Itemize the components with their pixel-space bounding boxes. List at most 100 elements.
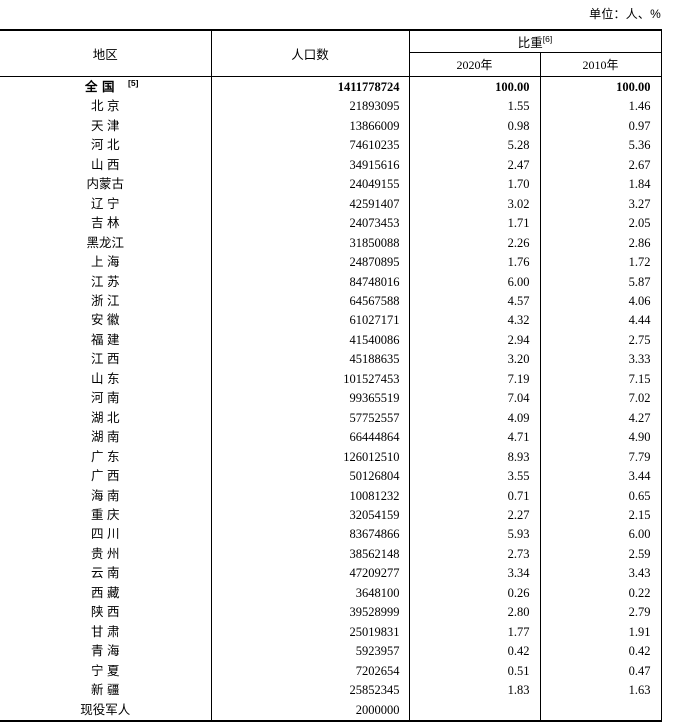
region-label: 重 庆 [91, 507, 120, 522]
cell-pct-2010: 0.97 [540, 116, 662, 137]
cell-region: 北 京 [0, 97, 212, 117]
header-row-primary: 地区 人口数 比重[6] [0, 30, 662, 77]
cell-population: 2000000 [211, 700, 410, 721]
cell-population: 31850088 [211, 233, 410, 254]
region-label: 江 西 [91, 352, 120, 367]
region-label: 山 西 [91, 157, 120, 172]
cell-pct-2020: 100.00 [409, 76, 541, 98]
cell-pct-2010: 2.05 [540, 214, 662, 234]
cell-pct-2020: 1.55 [409, 97, 541, 117]
cell-pct-2010: 2.79 [540, 603, 662, 623]
cell-pct-2010: 2.67 [540, 155, 662, 176]
cell-pct-2010: 1.46 [540, 97, 662, 117]
table-row: 新 疆 25852345 1.83 1.63 [0, 681, 662, 701]
cell-pct-2020: 4.57 [409, 291, 541, 312]
cell-region: 吉 林 [0, 214, 212, 234]
cell-pct-2010: 0.47 [540, 661, 662, 682]
cell-region: 安 徽 [0, 311, 212, 331]
cell-region: 宁 夏 [0, 661, 212, 682]
cell-region: 河 南 [0, 389, 212, 409]
cell-population: 99365519 [211, 389, 410, 409]
region-footnote: [5] [128, 77, 139, 88]
cell-pct-2020: 3.20 [409, 350, 541, 370]
cell-pct-2020: 7.19 [409, 369, 541, 390]
region-label: 上 海 [91, 255, 120, 270]
cell-region: 全 国 [5] [0, 76, 212, 98]
cell-population: 57752557 [211, 408, 410, 429]
cell-population: 61027171 [211, 311, 410, 331]
cell-pct-2010: 6.00 [540, 525, 662, 545]
document-page: 单位：人、% 地区 人口数 比重[6] 2020年 2010年 全 国 [5] … [0, 0, 673, 722]
cell-population: 101527453 [211, 369, 410, 390]
cell-region: 江 苏 [0, 272, 212, 292]
cell-population: 84748016 [211, 272, 410, 292]
cell-pct-2010: 0.42 [540, 642, 662, 662]
table-row: 辽 宁 42591407 3.02 3.27 [0, 194, 662, 215]
cell-population: 126012510 [211, 447, 410, 468]
unit-note: 单位：人、% [589, 7, 661, 21]
table-row: 内蒙古 24049155 1.70 1.84 [0, 175, 662, 195]
region-label: 现役军人 [80, 702, 131, 717]
cell-region: 福 建 [0, 330, 212, 351]
cell-region: 广 东 [0, 447, 212, 468]
cell-population: 34915616 [211, 155, 410, 176]
cell-population: 41540086 [211, 330, 410, 351]
cell-region: 广 西 [0, 467, 212, 487]
cell-population: 3648100 [211, 583, 410, 604]
cell-pct-2010: 3.27 [540, 194, 662, 215]
cell-population: 5923957 [211, 642, 410, 662]
cell-pct-2010: 100.00 [540, 76, 662, 98]
region-label: 广 东 [91, 449, 120, 464]
cell-pct-2020: 6.00 [409, 272, 541, 292]
cell-population: 7202654 [211, 661, 410, 682]
cell-pct-2020 [409, 700, 541, 721]
cell-pct-2020: 1.83 [409, 681, 541, 701]
cell-pct-2020: 4.32 [409, 311, 541, 331]
cell-pct-2020: 3.34 [409, 564, 541, 584]
column-header-ratio-label: 比重 [517, 36, 543, 50]
cell-pct-2020: 1.70 [409, 175, 541, 195]
cell-region: 山 东 [0, 369, 212, 390]
table-row: 云 南 47209277 3.34 3.43 [0, 564, 662, 584]
cell-region: 湖 南 [0, 428, 212, 448]
column-header-population: 人口数 [211, 30, 410, 77]
column-header-year-2020: 2020年 [409, 52, 541, 77]
table-row: 福 建 41540086 2.94 2.75 [0, 330, 662, 351]
cell-pct-2010: 3.43 [540, 564, 662, 584]
table-row: 浙 江 64567588 4.57 4.06 [0, 291, 662, 312]
table-row: 贵 州 38562148 2.73 2.59 [0, 544, 662, 565]
region-label: 天 津 [91, 118, 120, 133]
cell-region: 河 北 [0, 136, 212, 156]
cell-population: 32054159 [211, 505, 410, 526]
cell-region: 陕 西 [0, 603, 212, 623]
cell-region: 贵 州 [0, 544, 212, 565]
cell-region: 重 庆 [0, 505, 212, 526]
cell-region: 湖 北 [0, 408, 212, 429]
cell-population: 64567588 [211, 291, 410, 312]
cell-region: 黑龙江 [0, 233, 212, 254]
table-row: 上 海 24870895 1.76 1.72 [0, 253, 662, 273]
cell-population: 50126804 [211, 467, 410, 487]
cell-pct-2020: 0.51 [409, 661, 541, 682]
region-label: 北 京 [91, 99, 120, 114]
region-label: 河 北 [91, 138, 120, 153]
table-row: 陕 西 39528999 2.80 2.79 [0, 603, 662, 623]
cell-pct-2010: 1.91 [540, 622, 662, 643]
cell-pct-2020: 2.27 [409, 505, 541, 526]
cell-population: 10081232 [211, 486, 410, 506]
region-label: 全 国 [85, 80, 116, 94]
cell-region: 江 西 [0, 350, 212, 370]
table-row: 黑龙江 31850088 2.26 2.86 [0, 233, 662, 254]
table-row: 四 川 83674866 5.93 6.00 [0, 525, 662, 545]
cell-pct-2020: 0.71 [409, 486, 541, 506]
cell-pct-2020: 4.09 [409, 408, 541, 429]
region-label: 辽 宁 [91, 196, 120, 211]
table-row: 江 西 45188635 3.20 3.33 [0, 350, 662, 370]
cell-region: 上 海 [0, 253, 212, 273]
cell-region: 辽 宁 [0, 194, 212, 215]
cell-pct-2010: 5.36 [540, 136, 662, 156]
table-row: 重 庆 32054159 2.27 2.15 [0, 505, 662, 526]
table-row: 山 西 34915616 2.47 2.67 [0, 155, 662, 176]
region-label: 黑龙江 [86, 235, 124, 250]
cell-pct-2020: 2.26 [409, 233, 541, 254]
